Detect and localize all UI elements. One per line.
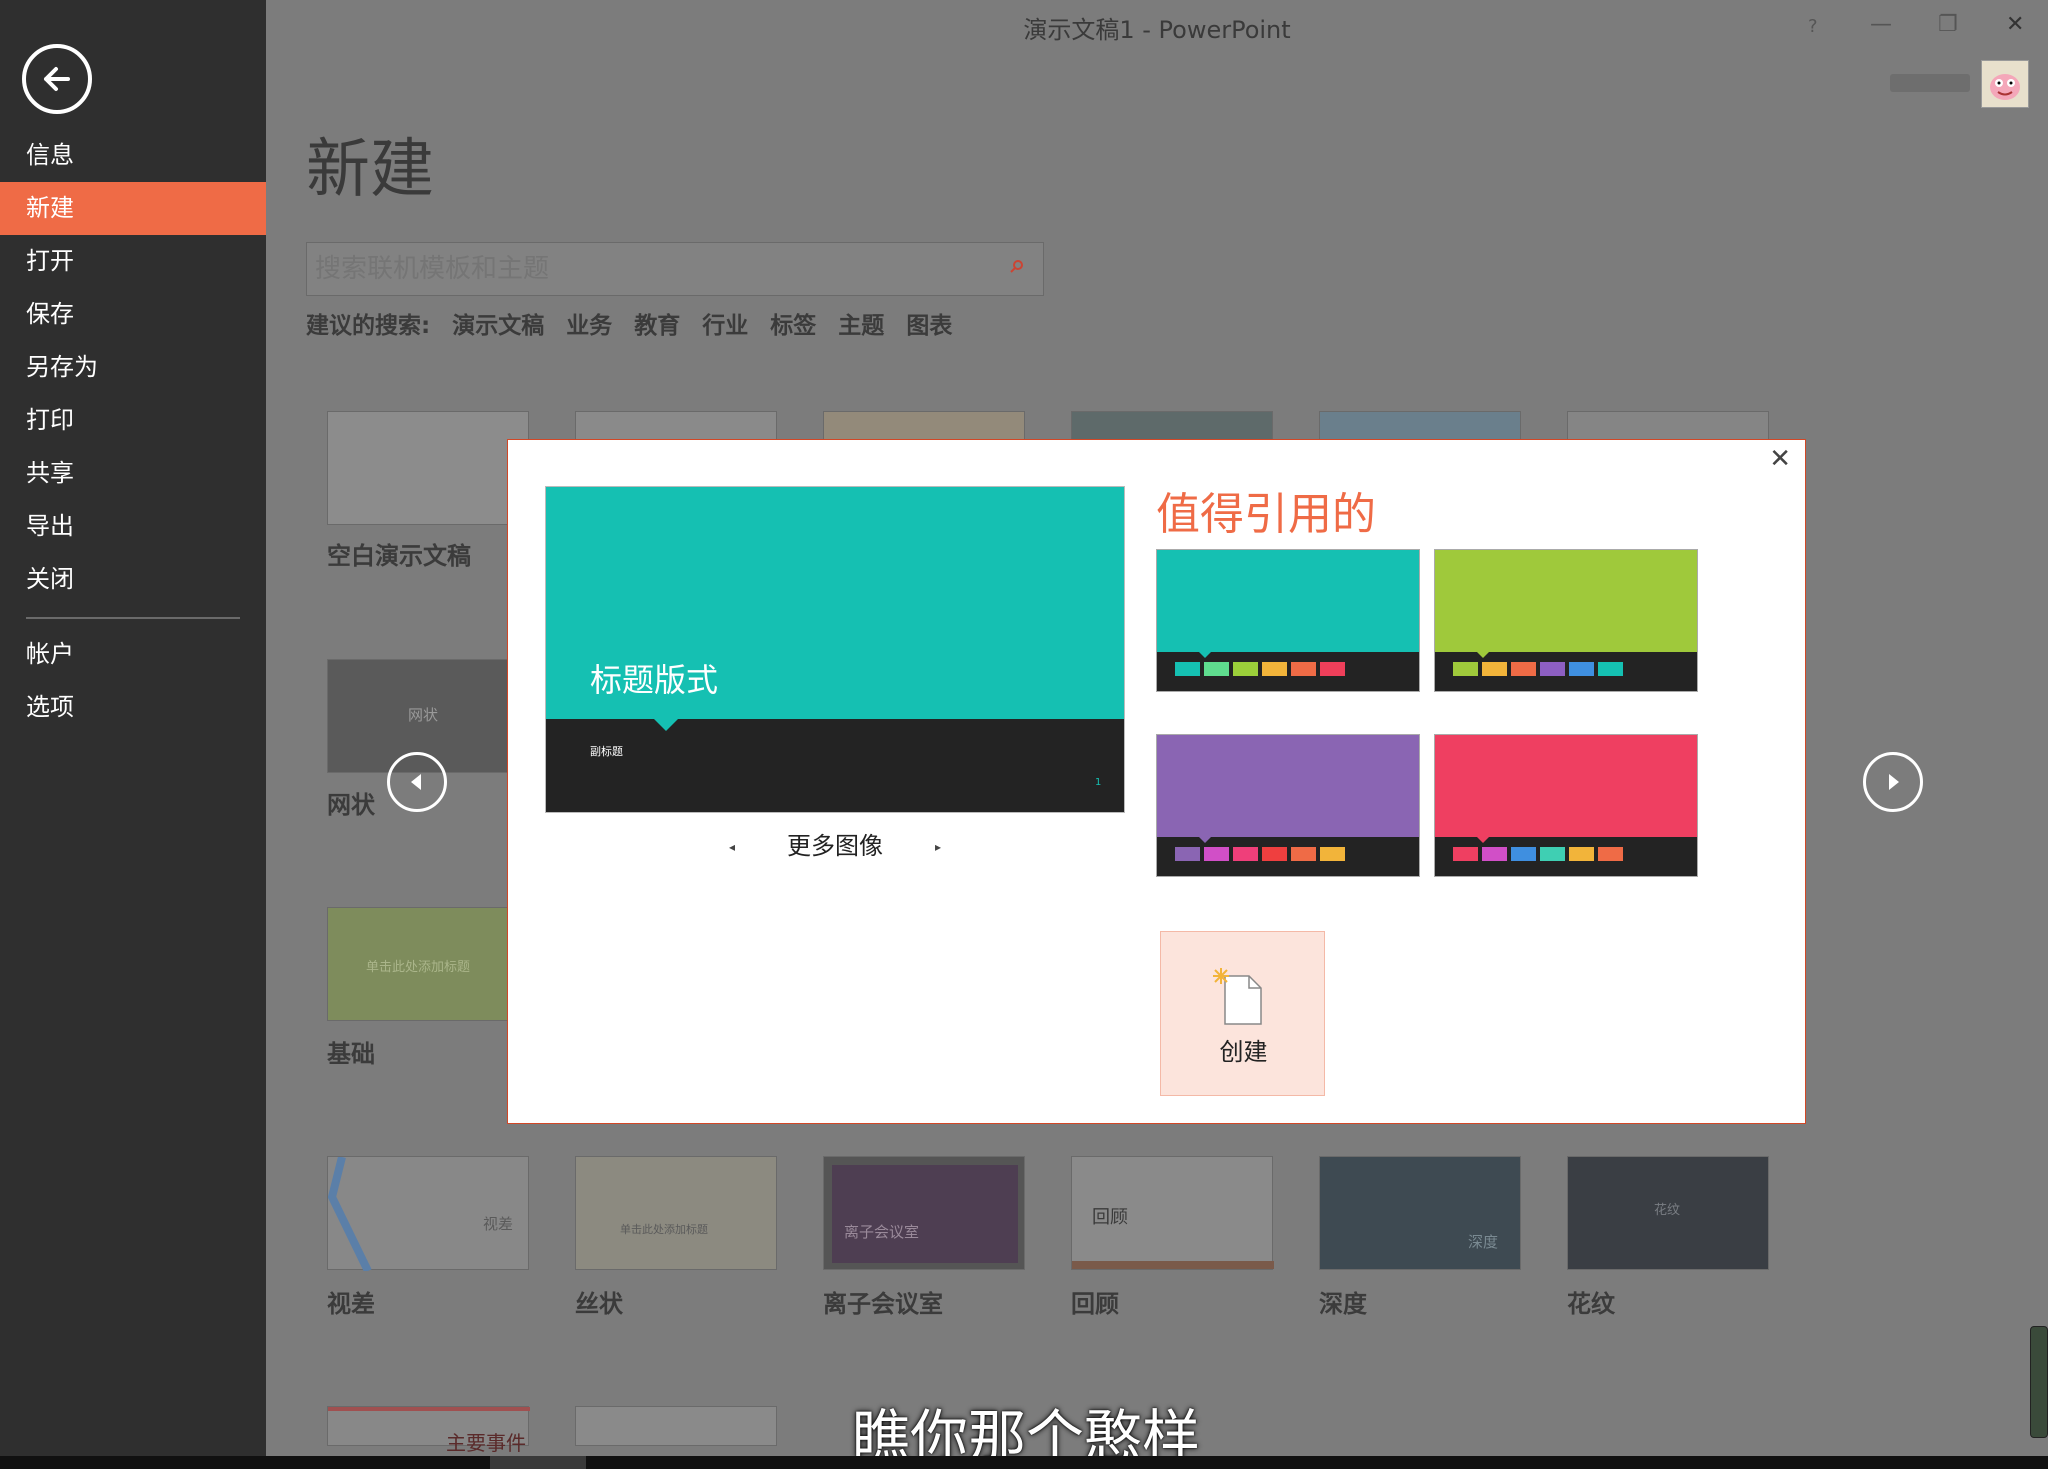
taskbar bbox=[0, 1456, 2048, 1469]
create-button-label: 创建 bbox=[1219, 1038, 1268, 1066]
next-image-arrow[interactable]: ▸ bbox=[935, 840, 941, 854]
template-thumb-vapor[interactable]: 花纹 bbox=[1567, 1156, 1769, 1270]
template-thumb-text: 单击此处添加标题 bbox=[366, 960, 471, 975]
template-thumb-text: 深度 bbox=[1468, 1233, 1499, 1251]
template-thumb-parallax[interactable]: 视差 bbox=[327, 1156, 529, 1271]
sidebar-item-print[interactable]: 打印 bbox=[0, 394, 266, 447]
template-label-parallax: 视差 bbox=[327, 1290, 375, 1318]
back-button[interactable] bbox=[22, 44, 92, 114]
template-thumb-blank[interactable] bbox=[327, 411, 529, 525]
close-window-button[interactable]: ✕ bbox=[2006, 12, 2024, 37]
template-label-blank: 空白演示文稿 bbox=[327, 542, 471, 570]
preview-footer-band bbox=[546, 719, 1124, 812]
template-thumb-text: 花纹 bbox=[1654, 1203, 1681, 1218]
suggested-search-link[interactable]: 图表 bbox=[906, 313, 952, 339]
more-images-control: ◂ 更多图像 ▸ bbox=[545, 826, 1125, 861]
template-preview-dialog: ✕ 标题版式 副标题 1 ◂ 更多图像 ▸ 值得引用的 创建 bbox=[507, 439, 1806, 1124]
template-thumb-wisp[interactable]: 单击此处添加标题 bbox=[575, 1156, 777, 1270]
template-thumb-text: 视差 bbox=[483, 1215, 514, 1233]
suggested-searches-label: 建议的搜索: bbox=[306, 313, 431, 339]
suggested-searches: 建议的搜索: 演示文稿 业务 教育 行业 标签 主题 图表 bbox=[306, 306, 966, 340]
color-swatches bbox=[1453, 662, 1623, 676]
template-thumb-retrospect[interactable]: 回顾 bbox=[1071, 1156, 1274, 1270]
previous-template-button[interactable] bbox=[387, 752, 447, 812]
sidebar-item-export[interactable]: 导出 bbox=[0, 500, 266, 553]
color-swatches bbox=[1175, 662, 1345, 676]
template-thumb-text: 主要事件 bbox=[446, 1431, 526, 1455]
theme-variant[interactable] bbox=[1156, 734, 1420, 877]
sidebar-item-options[interactable]: 选项 bbox=[0, 681, 266, 734]
template-thumb-text: 离子会议室 bbox=[844, 1223, 920, 1241]
search-input[interactable] bbox=[307, 243, 987, 295]
avatar-image-icon bbox=[1990, 74, 2020, 100]
slide-preview: 标题版式 副标题 1 bbox=[545, 486, 1125, 813]
sidebar-item-account[interactable]: 帐户 bbox=[0, 628, 266, 681]
suggested-search-link[interactable]: 业务 bbox=[566, 313, 612, 339]
search-icon[interactable] bbox=[1009, 259, 1025, 275]
user-name-blurred[interactable] bbox=[1890, 74, 1970, 92]
sidebar-item-share[interactable]: 共享 bbox=[0, 447, 266, 500]
close-dialog-button[interactable]: ✕ bbox=[1769, 444, 1791, 474]
previous-image-arrow[interactable]: ◂ bbox=[729, 840, 735, 854]
play-left-icon bbox=[411, 774, 421, 790]
suggested-search-link[interactable]: 主题 bbox=[838, 313, 884, 339]
sidebar-divider bbox=[26, 617, 240, 619]
preview-title-text: 标题版式 bbox=[590, 661, 719, 699]
template-label-basis: 基础 bbox=[327, 1040, 375, 1068]
create-button[interactable]: 创建 bbox=[1160, 931, 1325, 1096]
template-label-retrospect: 回顾 bbox=[1071, 1290, 1119, 1318]
sidebar-item-info[interactable]: 信息 bbox=[0, 129, 266, 182]
template-thumb-depth[interactable]: 深度 bbox=[1319, 1156, 1521, 1270]
back-arrow-icon bbox=[44, 67, 70, 91]
template-thumb-text: 回顾 bbox=[1092, 1207, 1128, 1228]
suggested-search-link[interactable]: 标签 bbox=[770, 313, 816, 339]
volume-meter-widget[interactable] bbox=[2030, 1326, 2048, 1438]
template-label-depth: 深度 bbox=[1319, 1290, 1367, 1318]
color-swatches bbox=[1175, 847, 1345, 861]
template-thumb-basis[interactable]: 单击此处添加标题 bbox=[327, 907, 529, 1021]
backstage-sidebar: 信息 新建 打开 保存 另存为 打印 共享 导出 关闭 帐户 选项 bbox=[0, 0, 266, 1456]
template-label-ion-boardroom: 离子会议室 bbox=[823, 1290, 943, 1318]
parallax-stripe-icon bbox=[328, 1157, 372, 1271]
template-thumb-text: 网状 bbox=[408, 706, 439, 724]
play-right-icon bbox=[1889, 774, 1899, 790]
theme-name: 值得引用的 bbox=[1156, 489, 1376, 540]
template-thumb-text: 单击此处添加标题 bbox=[620, 1223, 708, 1236]
preview-notch bbox=[654, 719, 678, 731]
page-title: 新建 bbox=[306, 133, 434, 207]
preview-subtitle-text: 副标题 bbox=[590, 745, 623, 758]
template-thumb[interactable] bbox=[575, 1406, 777, 1446]
template-label-vapor: 花纹 bbox=[1567, 1290, 1615, 1318]
template-label-wisp: 丝状 bbox=[575, 1290, 623, 1318]
theme-variant[interactable] bbox=[1156, 549, 1420, 692]
sidebar-item-new[interactable]: 新建 bbox=[0, 182, 266, 235]
taskbar-highlight[interactable] bbox=[490, 1456, 586, 1469]
avatar[interactable] bbox=[1981, 60, 2029, 108]
minimize-button[interactable]: — bbox=[1870, 12, 1892, 37]
suggested-search-link[interactable]: 行业 bbox=[702, 313, 748, 339]
search-box bbox=[306, 242, 1044, 296]
sidebar-item-close[interactable]: 关闭 bbox=[0, 553, 266, 606]
suggested-search-link[interactable]: 教育 bbox=[634, 313, 680, 339]
sidebar-item-open[interactable]: 打开 bbox=[0, 235, 266, 288]
maximize-button[interactable]: ❐ bbox=[1938, 12, 1958, 37]
template-thumb[interactable]: 主要事件 bbox=[327, 1406, 530, 1455]
template-thumb-ion-boardroom[interactable]: 离子会议室 bbox=[823, 1156, 1025, 1270]
suggested-search-link[interactable]: 演示文稿 bbox=[452, 313, 544, 339]
new-document-icon bbox=[1213, 968, 1262, 1025]
next-template-button[interactable] bbox=[1863, 752, 1923, 812]
preview-page-number: 1 bbox=[1095, 777, 1102, 788]
sidebar-item-save-as[interactable]: 另存为 bbox=[0, 341, 266, 394]
help-button[interactable]: ? bbox=[1808, 16, 1818, 37]
theme-variant[interactable] bbox=[1434, 734, 1698, 877]
color-swatches bbox=[1453, 847, 1623, 861]
theme-variant[interactable] bbox=[1434, 549, 1698, 692]
more-images-label: 更多图像 bbox=[787, 832, 883, 860]
window-title: 演示文稿1 - PowerPoint bbox=[1023, 16, 1291, 44]
template-label-mesh: 网状 bbox=[327, 791, 375, 819]
sidebar-item-save[interactable]: 保存 bbox=[0, 288, 266, 341]
